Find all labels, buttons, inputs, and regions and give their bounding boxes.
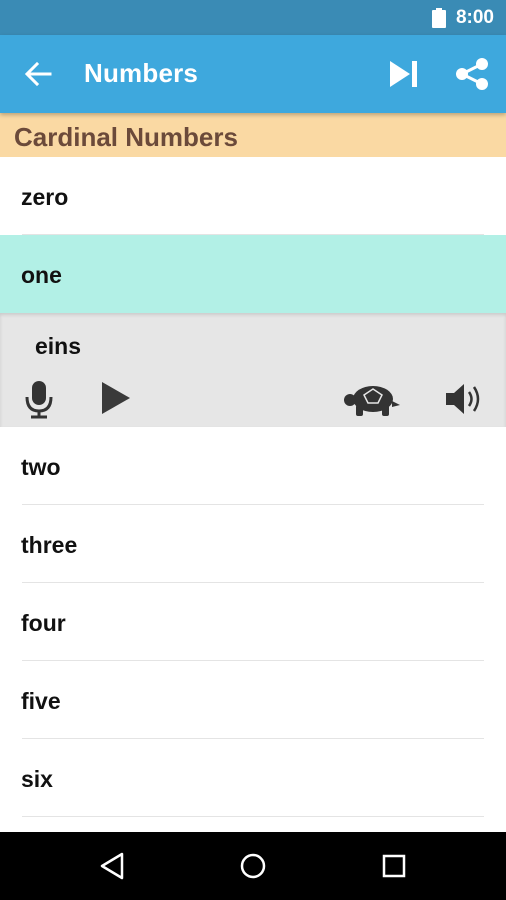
list-item[interactable]: six (0, 739, 506, 817)
nav-recents-icon[interactable] (378, 850, 410, 882)
share-icon[interactable] (454, 57, 490, 91)
list-item-label: zero (21, 184, 69, 210)
list-item-label: five (21, 688, 61, 714)
skip-next-icon[interactable] (388, 59, 420, 89)
translation-text: eins (35, 333, 82, 359)
section-header: Cardinal Numbers (0, 113, 506, 157)
back-arrow-icon[interactable] (24, 60, 52, 88)
list-item[interactable]: three (0, 505, 506, 583)
play-icon[interactable] (99, 379, 133, 417)
battery-icon (432, 8, 446, 28)
app-bar: Numbers (0, 35, 506, 113)
list-item[interactable]: two (0, 427, 506, 505)
nav-back-icon[interactable] (96, 850, 128, 882)
expanded-panel: eins (0, 313, 506, 427)
list-item-selected[interactable]: one (0, 235, 506, 313)
status-time: 8:00 (455, 7, 494, 28)
list-item-label: one (21, 262, 62, 288)
list-item-label: three (21, 532, 78, 558)
divider (22, 816, 484, 817)
speaker-icon[interactable] (444, 381, 484, 417)
list-item-label: four (21, 610, 66, 636)
nav-home-icon[interactable] (237, 850, 269, 882)
turtle-slow-icon[interactable] (342, 383, 404, 419)
page-title: Numbers (84, 58, 199, 88)
word-list: zero one eins two three four five six (0, 157, 506, 817)
list-item-label: six (21, 766, 53, 792)
microphone-icon[interactable] (22, 379, 56, 419)
list-item[interactable]: four (0, 583, 506, 661)
section-title: Cardinal Numbers (14, 122, 238, 152)
list-item-label: two (21, 454, 61, 480)
list-item[interactable]: zero (0, 157, 506, 235)
system-nav-bar (0, 832, 506, 900)
status-bar: 8:00 (0, 0, 506, 35)
list-item[interactable]: five (0, 661, 506, 739)
